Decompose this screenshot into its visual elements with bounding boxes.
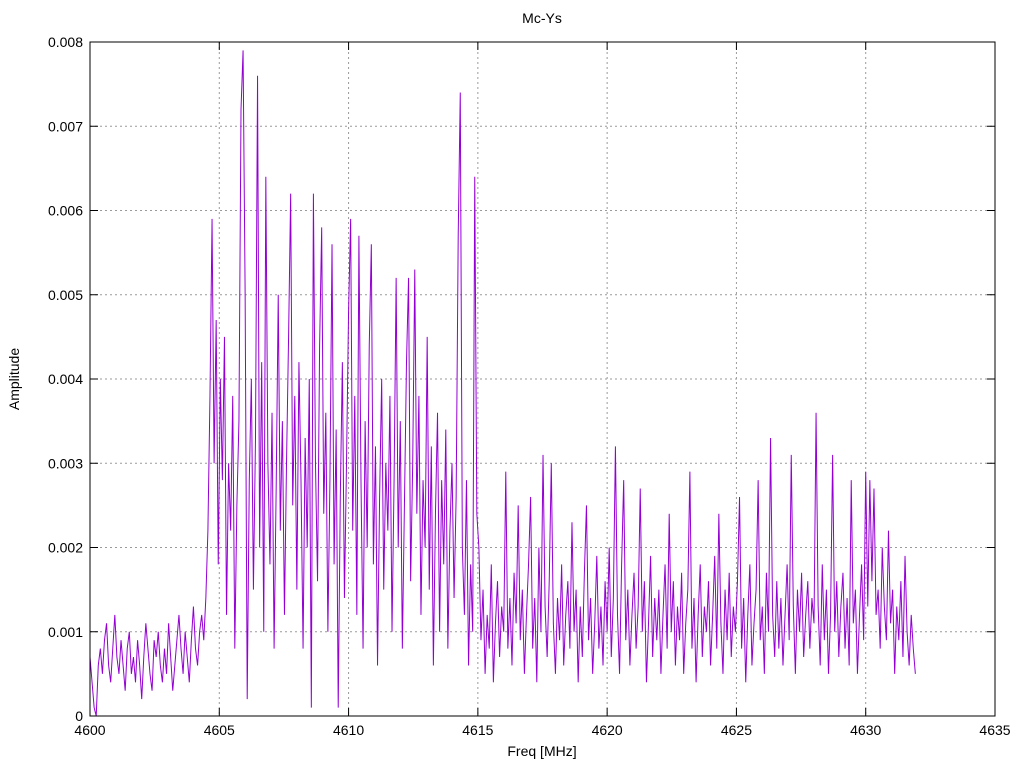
y-tick-label: 0.008 bbox=[48, 34, 83, 50]
plot-area: 4600 4605 4610 4615 4620 4625 4630 4635 0 0.001 0.… bbox=[48, 34, 1011, 738]
y-tick-label: 0.004 bbox=[48, 371, 83, 387]
y-tick-label: 0.005 bbox=[48, 287, 83, 303]
x-tick-label: 4620 bbox=[592, 722, 623, 738]
x-tick-label: 4615 bbox=[462, 722, 493, 738]
y-tick-label: 0.007 bbox=[48, 118, 83, 134]
y-tick-label: 0.006 bbox=[48, 203, 83, 219]
spectrum-line bbox=[89, 50, 916, 717]
y-tick-label: 0.001 bbox=[48, 624, 83, 640]
x-tick-label: 4625 bbox=[721, 722, 752, 738]
y-tick-label: 0.002 bbox=[48, 540, 83, 556]
x-tick-label: 4635 bbox=[979, 722, 1010, 738]
x-tick-label: 4600 bbox=[74, 722, 105, 738]
y-tick-label: 0 bbox=[75, 708, 83, 724]
y-tick-label: 0.003 bbox=[48, 455, 83, 471]
x-tick-label: 4605 bbox=[204, 722, 235, 738]
chart-figure: Mc-Ys Amplitude 4600 4605 4610 4615 4620 4625… bbox=[0, 0, 1024, 768]
x-tick-label: 4610 bbox=[333, 722, 364, 738]
x-axis-label: Freq [MHz] bbox=[507, 743, 577, 759]
x-tick-label: 4630 bbox=[850, 722, 881, 738]
